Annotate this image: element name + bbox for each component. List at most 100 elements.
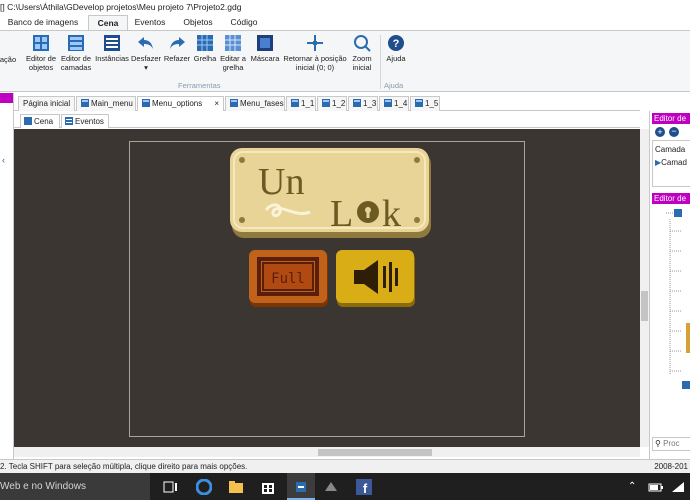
taskbar-search-box[interactable]: Web e no Windows bbox=[0, 473, 150, 500]
facebook-icon[interactable]: f bbox=[356, 479, 372, 495]
instances-label: Instâncias bbox=[95, 54, 129, 63]
help-label: Ajuda bbox=[386, 54, 406, 63]
tab-menu-fases[interactable]: Menu_fases bbox=[225, 96, 285, 111]
scrollbar-thumb[interactable] bbox=[318, 449, 432, 456]
app-icon[interactable] bbox=[323, 479, 339, 495]
mask-button[interactable]: Máscara bbox=[248, 34, 282, 63]
edge-browser-icon[interactable] bbox=[196, 479, 212, 495]
scene-icon bbox=[230, 99, 238, 107]
scrollbar-thumb[interactable] bbox=[641, 291, 648, 321]
logo-text-un: Un bbox=[258, 161, 304, 203]
close-tab-icon[interactable]: × bbox=[214, 97, 219, 111]
editor-subtab-bar: Cena Eventos bbox=[14, 112, 640, 128]
tab-home-page[interactable]: Página inicial bbox=[18, 96, 75, 111]
full-screen-button[interactable]: Full bbox=[249, 250, 329, 308]
ribbon-tab-image-bank[interactable]: Banco de imagens bbox=[6, 15, 80, 30]
return-to-origin-label: Retornar à posição inicial (0; 0) bbox=[283, 54, 347, 72]
layer-editor-button[interactable]: Editor de camadas bbox=[58, 34, 94, 72]
scene-icon bbox=[322, 99, 330, 107]
add-layer-icon[interactable]: + bbox=[655, 127, 665, 137]
return-to-origin-button[interactable]: Retornar à posição inicial (0; 0) bbox=[282, 34, 348, 72]
object-search-input[interactable]: ⚲ Proc bbox=[652, 437, 690, 451]
tab-1-2[interactable]: 1_2 bbox=[317, 96, 347, 111]
tab-label: Main_menu bbox=[91, 99, 133, 108]
chevron-left-icon[interactable]: ‹ bbox=[2, 155, 5, 165]
logo-text-k: k bbox=[382, 193, 401, 235]
scene-icon bbox=[353, 99, 361, 107]
tab-main-menu[interactable]: Main_menu bbox=[76, 96, 136, 111]
crosshair-icon bbox=[307, 35, 323, 51]
tab-1-5[interactable]: 1_5 bbox=[410, 96, 440, 111]
undo-button[interactable]: Desfazer ▾ bbox=[130, 34, 162, 72]
undo-icon bbox=[138, 37, 153, 49]
scene-tab-bar: Página inicial Main_menu Menu_options × … bbox=[14, 95, 640, 111]
ribbon-tab-bar: Banco de imagens Cena Eventos Objetos Có… bbox=[0, 15, 690, 30]
redo-button[interactable]: Refazer bbox=[162, 34, 192, 63]
battery-icon[interactable] bbox=[648, 479, 664, 495]
undo-dropdown-icon[interactable]: ▾ bbox=[130, 63, 162, 72]
full-button-label: Full bbox=[271, 271, 305, 287]
ribbon-tab-objects[interactable]: Objetos bbox=[176, 15, 220, 30]
tab-1-4[interactable]: 1_4 bbox=[379, 96, 409, 111]
ribbon-tab-scene[interactable]: Cena bbox=[88, 15, 128, 30]
ribbon-tab-code[interactable]: Código bbox=[224, 15, 264, 30]
store-icon[interactable] bbox=[260, 479, 276, 495]
ribbon-tab-events[interactable]: Eventos bbox=[130, 15, 170, 30]
grid-button[interactable]: Grelha bbox=[192, 34, 218, 63]
tab-label: Menu_fases bbox=[240, 99, 284, 108]
scene-icon bbox=[24, 117, 32, 125]
grid-icon bbox=[197, 35, 213, 51]
instances-button[interactable]: Instâncias bbox=[94, 34, 130, 63]
remove-layer-icon[interactable]: − bbox=[669, 127, 679, 137]
help-icon: ? bbox=[388, 35, 404, 51]
scene-canvas[interactable]: Un L k Full bbox=[14, 129, 640, 447]
zoom-label: Zoom inicial bbox=[352, 54, 372, 72]
svg-text:f: f bbox=[363, 481, 368, 495]
scene-icon bbox=[81, 99, 89, 107]
vertical-scrollbar[interactable] bbox=[640, 129, 649, 447]
object-editor-icon bbox=[33, 35, 49, 51]
ribbon: ação Editor de objetos Editor de camadas… bbox=[0, 30, 690, 92]
instances-icon bbox=[104, 35, 120, 51]
tab-menu-options[interactable]: Menu_options × bbox=[137, 96, 224, 111]
tab-label: 1_1 bbox=[301, 99, 315, 108]
tab-label: 1_5 bbox=[425, 99, 439, 108]
events-icon bbox=[65, 117, 73, 125]
network-icon[interactable] bbox=[670, 479, 686, 495]
tab-events[interactable]: Eventos bbox=[61, 114, 109, 128]
layer-item[interactable]: ▶Camad bbox=[655, 158, 687, 167]
layer-item-label: Camad bbox=[661, 158, 687, 167]
tab-scene[interactable]: Cena bbox=[20, 114, 60, 128]
task-view-icon[interactable] bbox=[163, 479, 179, 495]
tab-1-3[interactable]: 1_3 bbox=[348, 96, 378, 111]
layer-editor-label: Editor de camadas bbox=[60, 54, 92, 72]
tab-label: Menu_options bbox=[152, 99, 203, 108]
unlok-logo[interactable]: Un L k bbox=[230, 148, 433, 240]
horizontal-scrollbar[interactable] bbox=[14, 447, 640, 457]
chevron-up-icon[interactable]: ⌃ bbox=[628, 481, 636, 492]
ribbon-cut-label[interactable]: ação bbox=[0, 55, 18, 64]
file-explorer-icon[interactable] bbox=[228, 479, 244, 495]
status-bar: 2. Tecla SHIFT para seleção múltipla, cl… bbox=[0, 459, 690, 473]
edit-grid-icon bbox=[225, 35, 241, 51]
tab-label: 1_3 bbox=[363, 99, 377, 108]
layer-editor-icon bbox=[68, 35, 84, 51]
status-message: 2. Tecla SHIFT para seleção múltipla, cl… bbox=[0, 462, 248, 471]
objects-editor-header[interactable]: Editor de bbox=[652, 193, 690, 204]
edit-grid-button[interactable]: Editar a grelha bbox=[218, 34, 248, 72]
tab-1-1[interactable]: 1_1 bbox=[286, 96, 316, 111]
help-group-label: Ajuda bbox=[384, 81, 404, 90]
status-copyright: 2008-201 bbox=[654, 462, 688, 471]
left-panel-header[interactable] bbox=[0, 93, 13, 103]
taskbar-active-app[interactable] bbox=[287, 473, 315, 500]
scene-icon bbox=[415, 99, 423, 107]
layers-column-header: Camada bbox=[655, 145, 686, 154]
zoom-button[interactable]: Zoom inicial bbox=[346, 34, 378, 72]
object-icon bbox=[682, 381, 690, 389]
object-editor-button[interactable]: Editor de objetos bbox=[24, 34, 58, 72]
help-button[interactable]: ? Ajuda bbox=[382, 34, 410, 63]
search-placeholder: Proc bbox=[663, 439, 680, 448]
zoom-icon bbox=[354, 35, 371, 52]
layers-editor-header[interactable]: Editor de bbox=[652, 113, 690, 124]
sound-toggle-button[interactable] bbox=[336, 250, 416, 308]
